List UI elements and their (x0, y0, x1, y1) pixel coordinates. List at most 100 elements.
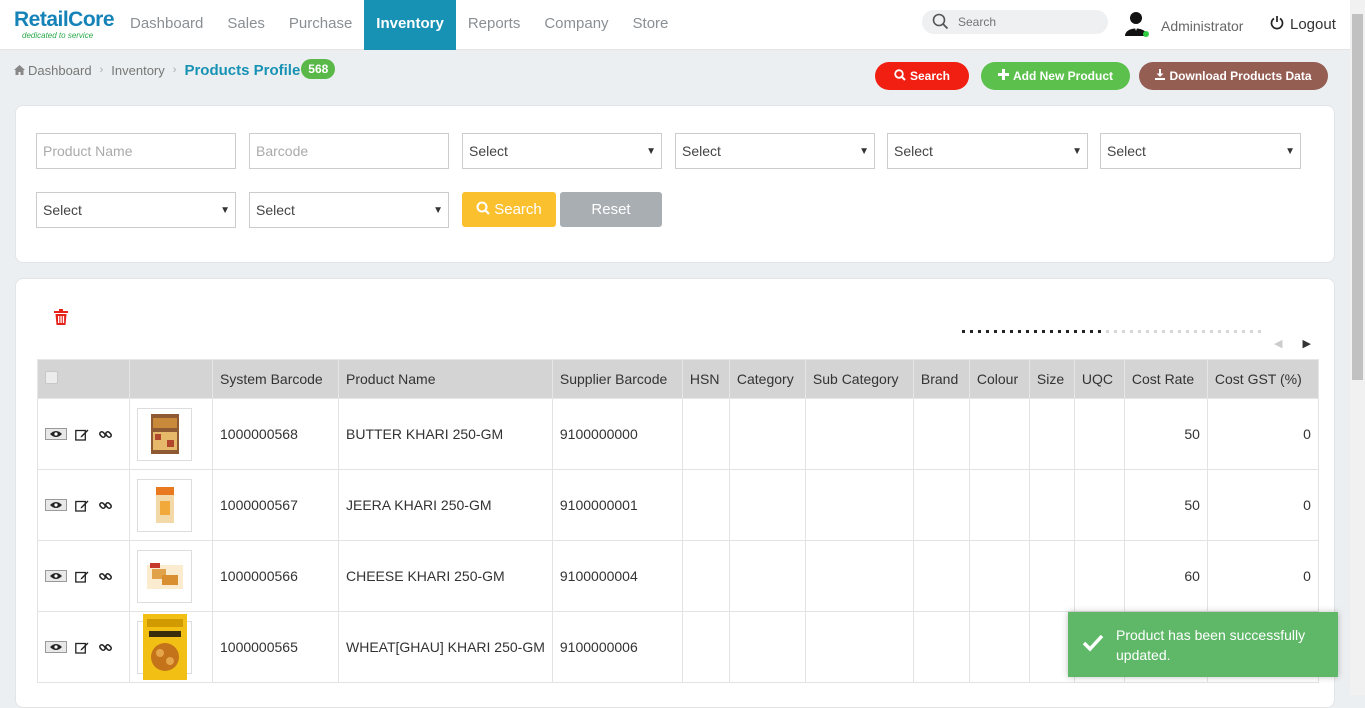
product-thumbnail[interactable] (137, 478, 192, 532)
pagination-dot[interactable] (1098, 330, 1101, 333)
nav-item-company[interactable]: Company (532, 0, 620, 50)
pagination-dot[interactable] (986, 330, 989, 333)
nav-item-store[interactable]: Store (621, 0, 681, 50)
filter-select-3[interactable]: Select ▼ (887, 133, 1088, 169)
view-product-eye-icon[interactable] (45, 428, 67, 440)
global-search-input[interactable] (956, 12, 1101, 32)
cell-sub-category (804, 540, 914, 612)
pagination-dot[interactable] (1258, 330, 1261, 333)
nav-item-inventory[interactable]: Inventory (364, 0, 456, 50)
filter-select-6[interactable]: Select ▼ (249, 192, 449, 228)
product-thumbnail[interactable] (137, 549, 192, 603)
pagination-dot[interactable] (1194, 330, 1197, 333)
link-product-icon[interactable] (99, 428, 112, 441)
pagination-dot[interactable] (994, 330, 997, 333)
filter-select-5[interactable]: Select ▼ (36, 192, 236, 228)
column-header[interactable]: Sub Category (804, 359, 914, 399)
pagination-dot[interactable] (1002, 330, 1005, 333)
view-product-eye-icon[interactable] (45, 570, 67, 582)
pagination-dot[interactable] (1186, 330, 1189, 333)
pagination-dot[interactable] (1018, 330, 1021, 333)
column-header[interactable]: Cost GST (%) (1206, 359, 1319, 399)
product-thumbnail[interactable] (137, 407, 192, 461)
product-thumbnail[interactable] (137, 614, 192, 680)
pagination-dot[interactable] (1130, 330, 1133, 333)
pagination-dot[interactable] (978, 330, 981, 333)
pagination-dot[interactable] (1202, 330, 1205, 333)
breadcrumb-inventory[interactable]: Inventory (111, 63, 164, 78)
nav-item-reports[interactable]: Reports (456, 0, 533, 50)
pagination-dot[interactable] (1106, 330, 1109, 333)
filter-search-button[interactable]: Search (462, 192, 556, 227)
nav-item-purchase[interactable]: Purchase (277, 0, 364, 50)
pagination-dot[interactable] (1066, 330, 1069, 333)
barcode-input[interactable]: Barcode (249, 133, 449, 169)
link-product-icon[interactable] (99, 570, 112, 583)
pagination-dot[interactable] (1242, 330, 1245, 333)
page-scrollbar-thumb[interactable] (1352, 14, 1363, 380)
success-toast[interactable]: Product has been successfully updated. (1068, 612, 1338, 677)
pagination-dot[interactable] (1154, 330, 1157, 333)
edit-product-icon[interactable] (75, 570, 89, 583)
pagination-dot[interactable] (1050, 330, 1053, 333)
next-page-icon[interactable]: ▶ (1302, 337, 1310, 350)
column-header[interactable]: Brand (912, 359, 970, 399)
column-header[interactable]: Colour (968, 359, 1030, 399)
select-all-checkbox[interactable] (45, 371, 58, 384)
pagination-dot[interactable] (1026, 330, 1029, 333)
link-product-icon[interactable] (99, 641, 112, 654)
column-header[interactable]: Category (728, 359, 806, 399)
retailcore-logo[interactable]: RetailCore dedicated to service (14, 9, 115, 41)
pagination-dot[interactable] (1234, 330, 1237, 333)
pagination-dots[interactable] (962, 330, 1266, 333)
pagination-dot[interactable] (962, 330, 965, 333)
delete-selected-icon[interactable] (54, 309, 68, 328)
edit-product-icon[interactable] (75, 499, 89, 512)
product-name-input[interactable]: Product Name (36, 133, 236, 169)
column-header[interactable]: System Barcode (212, 359, 339, 399)
pagination-dot[interactable] (1034, 330, 1037, 333)
pagination-dot[interactable] (1114, 330, 1117, 333)
edit-product-icon[interactable] (75, 641, 89, 654)
pagination-dot[interactable] (1218, 330, 1221, 333)
filter-select-4[interactable]: Select ▼ (1100, 133, 1301, 169)
pagination-dot[interactable] (1226, 330, 1229, 333)
logout-button[interactable]: Logout (1270, 15, 1336, 34)
pagination-dot[interactable] (1090, 330, 1093, 333)
pagination-dot[interactable] (1162, 330, 1165, 333)
column-header[interactable]: Size (1028, 359, 1075, 399)
filter-reset-button[interactable]: Reset (560, 192, 662, 227)
column-header[interactable]: Product Name (338, 359, 553, 399)
pagination-dot[interactable] (1082, 330, 1085, 333)
pagination-dot[interactable] (1010, 330, 1013, 333)
nav-item-dashboard[interactable]: Dashboard (118, 0, 215, 50)
pagination-dot[interactable] (1178, 330, 1181, 333)
column-header[interactable]: HSN (681, 359, 730, 399)
view-product-eye-icon[interactable] (45, 499, 67, 511)
column-header[interactable]: Supplier Barcode (551, 359, 683, 399)
pagination-dot[interactable] (1250, 330, 1253, 333)
search-toggle-button[interactable]: Search (875, 62, 969, 90)
pagination-dot[interactable] (1210, 330, 1213, 333)
link-product-icon[interactable] (99, 499, 112, 512)
pagination-dot[interactable] (1042, 330, 1045, 333)
pagination-dot[interactable] (1138, 330, 1141, 333)
download-products-button[interactable]: Download Products Data (1139, 62, 1328, 90)
pagination-dot[interactable] (970, 330, 973, 333)
column-header[interactable]: Cost Rate (1123, 359, 1208, 399)
nav-item-sales[interactable]: Sales (215, 0, 277, 50)
pagination-dot[interactable] (1058, 330, 1061, 333)
filter-select-2[interactable]: Select ▼ (675, 133, 875, 169)
pagination-dot[interactable] (1122, 330, 1125, 333)
add-new-product-button[interactable]: Add New Product (981, 62, 1130, 90)
filter-select-1[interactable]: Select ▼ (462, 133, 662, 169)
column-header[interactable]: UQC (1073, 359, 1125, 399)
user-menu[interactable]: Administrator (1125, 11, 1243, 40)
pagination-dot[interactable] (1146, 330, 1149, 333)
edit-product-icon[interactable] (75, 428, 89, 441)
pagination-dot[interactable] (1170, 330, 1173, 333)
pagination-dot[interactable] (1074, 330, 1077, 333)
view-product-eye-icon[interactable] (45, 641, 67, 653)
prev-page-icon[interactable]: ◀ (1274, 337, 1282, 350)
breadcrumb-home[interactable]: Dashboard (28, 63, 92, 78)
